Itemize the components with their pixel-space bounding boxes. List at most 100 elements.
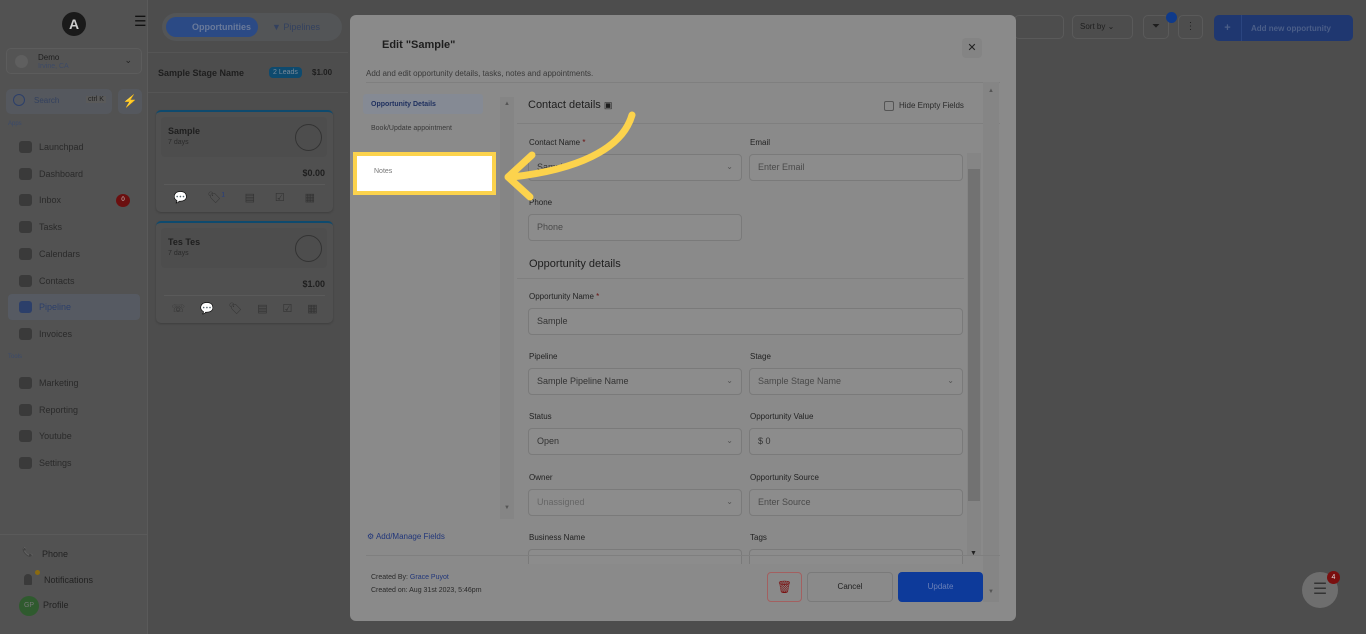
chevron-down-icon: ⌄ — [124, 55, 132, 65]
opportunity-value-field[interactable]: $ 0 — [749, 428, 963, 455]
sidebar-item-label: Invoices — [39, 328, 73, 339]
task-icon[interactable]: ☑ — [275, 191, 285, 204]
inbox-icon — [19, 194, 32, 207]
status-select[interactable]: Open ⌄ — [528, 428, 742, 455]
opportunity-source-field[interactable]: Enter Source — [749, 489, 963, 516]
business-name-field[interactable] — [528, 549, 742, 564]
tag-icon[interactable]: 🏷1 — [207, 191, 224, 204]
stage-name: Sample Stage Name — [158, 68, 245, 78]
gear-icon: ⚙ — [367, 532, 376, 541]
sidebar-item-pipeline[interactable]: Pipeline — [8, 294, 140, 321]
task-icon[interactable]: ☑ — [283, 302, 293, 315]
opportunity-card[interactable]: Tes Tes 7 days $1.00 ☏ 💬 🏷 ▤ ☑ ▦ — [156, 221, 333, 323]
search-icon — [13, 94, 25, 106]
nav-opportunity-details[interactable]: Opportunity Details — [363, 94, 483, 114]
chevron-down-icon: ⌄ — [726, 376, 733, 385]
sidebar-item-settings[interactable]: Settings — [8, 450, 140, 476]
sidebar-item-label: Dashboard — [39, 168, 84, 179]
note-icon[interactable]: ▤ — [257, 302, 267, 315]
menu-collapse-icon[interactable]: ☰ — [134, 13, 147, 30]
apps-section-label: Apps — [8, 121, 22, 127]
message-icon[interactable]: 💬 — [200, 302, 214, 315]
edit-opportunity-modal: Edit "Sample" ✕ Add and edit opportunity… — [350, 15, 1016, 621]
business-name-label: Business Name — [529, 533, 586, 542]
filter-icon: ⏷ — [1152, 21, 1160, 32]
hide-empty-fields-checkbox[interactable]: Hide Empty Fields — [884, 101, 964, 111]
pipeline-label: Pipeline — [529, 352, 558, 361]
phone-button[interactable]: Phone — [42, 549, 68, 559]
calendar-add-icon[interactable]: ▦ — [305, 191, 315, 204]
chevron-down-icon: ⌄ — [726, 497, 733, 506]
card-value: $0.00 — [302, 168, 325, 178]
sort-label: Sort by — [1080, 22, 1106, 31]
delete-button[interactable]: 🗑 — [767, 572, 802, 602]
quick-action-bolt-icon[interactable]: ⚡ — [118, 89, 142, 114]
sidebar-item-label: Youtube — [39, 431, 72, 442]
search-opportunities-input[interactable] — [1014, 15, 1064, 39]
invoice-icon — [19, 327, 32, 340]
cancel-button[interactable]: Cancel — [807, 572, 893, 602]
add-manage-fields-link[interactable]: ⚙ Add/Manage Fields — [367, 532, 445, 541]
funnel-icon — [19, 301, 32, 314]
assign-user-icon[interactable] — [295, 235, 322, 262]
funnel-icon: ▼ — [272, 22, 284, 32]
checkbox-icon — [884, 101, 894, 111]
tools-section-label: Tools — [8, 354, 23, 360]
sidebar-item-youtube[interactable]: Youtube — [8, 423, 140, 449]
sort-by-dropdown[interactable]: Sort by ⌄ — [1072, 15, 1133, 39]
tab-pipelines-label: Pipelines — [283, 22, 320, 32]
profile-button[interactable]: Profile — [43, 600, 69, 610]
close-button[interactable]: ✕ — [962, 38, 982, 58]
tag-count-badge: 1 — [221, 192, 225, 199]
avatar[interactable]: GP — [19, 596, 39, 616]
sidebar-item-calendars[interactable]: Calendars — [8, 241, 140, 267]
location-switcher[interactable]: Demo Irvine, CA ⌄ — [6, 48, 142, 74]
sidebar-item-launchpad[interactable]: Launchpad — [8, 134, 140, 160]
notifications-button[interactable]: Notifications — [44, 575, 93, 585]
nav-book-appointment[interactable]: Book/Update appointment — [371, 125, 452, 132]
fields-scrollbar[interactable]: ▼ — [967, 153, 981, 557]
phone-icon[interactable]: ☏ — [171, 302, 185, 315]
add-new-opportunity-button[interactable]: + Add new opportunity — [1214, 15, 1353, 41]
pipeline-select[interactable]: Sample Pipeline Name ⌄ — [528, 368, 742, 395]
tab-opportunities[interactable]: Opportunities — [166, 17, 258, 37]
note-icon[interactable]: ▤ — [245, 191, 255, 204]
leads-badge: 2 Leads — [269, 67, 302, 78]
add-new-opportunity-label: Add new opportunity — [1251, 24, 1331, 33]
tutorial-arrow-icon — [504, 111, 636, 201]
sidebar-item-marketing[interactable]: Marketing — [8, 370, 140, 396]
tab-pipelines[interactable]: ▼ Pipelines — [272, 17, 320, 37]
card-age: 7 days — [168, 250, 189, 257]
opportunity-name-field[interactable]: Sample — [528, 308, 963, 335]
sidebar-item-inbox[interactable]: Inbox 0 — [8, 187, 140, 213]
megaphone-icon — [19, 377, 32, 389]
opportunity-card[interactable]: Sample 7 days $0.00 💬 🏷1 ▤ ☑ ▦ — [156, 110, 333, 212]
clipboard-icon — [19, 221, 32, 234]
assign-user-icon[interactable] — [295, 124, 322, 151]
tags-field[interactable] — [749, 549, 963, 564]
person-icon — [19, 274, 32, 287]
nav-notes[interactable]: Notes — [353, 152, 496, 195]
filter-button[interactable]: ⏷ — [1143, 15, 1169, 39]
owner-select[interactable]: Unassigned ⌄ — [528, 489, 742, 516]
stage-select[interactable]: Sample Stage Name ⌄ — [749, 368, 963, 395]
more-options-button[interactable]: ⋮ — [1178, 15, 1203, 39]
sidebar-item-label: Contacts — [39, 275, 75, 286]
tag-icon[interactable]: 🏷 — [229, 302, 243, 315]
app-logo: A — [62, 12, 86, 36]
sidebar-item-reporting[interactable]: Reporting — [8, 397, 140, 423]
update-button[interactable]: Update — [898, 572, 983, 602]
sidebar-item-label: Reporting — [39, 404, 79, 415]
modal-scrollbar[interactable]: ▲ ▼ — [983, 82, 999, 602]
calendar-add-icon[interactable]: ▦ — [307, 302, 317, 315]
card-name: Tes Tes — [168, 237, 201, 247]
message-icon[interactable]: 💬 — [174, 191, 188, 204]
sidebar-item-invoices[interactable]: Invoices — [8, 321, 140, 347]
email-field[interactable]: Enter Email — [749, 154, 963, 181]
sidebar-item-tasks[interactable]: Tasks — [8, 214, 140, 240]
search-button[interactable]: Search ctrl K — [6, 89, 112, 114]
created-by-user-link[interactable]: Grace Puyot — [410, 574, 449, 581]
phone-field[interactable]: Phone — [528, 214, 742, 241]
sidebar-item-contacts[interactable]: Contacts — [8, 268, 140, 294]
sidebar-item-dashboard[interactable]: Dashboard — [8, 161, 140, 187]
